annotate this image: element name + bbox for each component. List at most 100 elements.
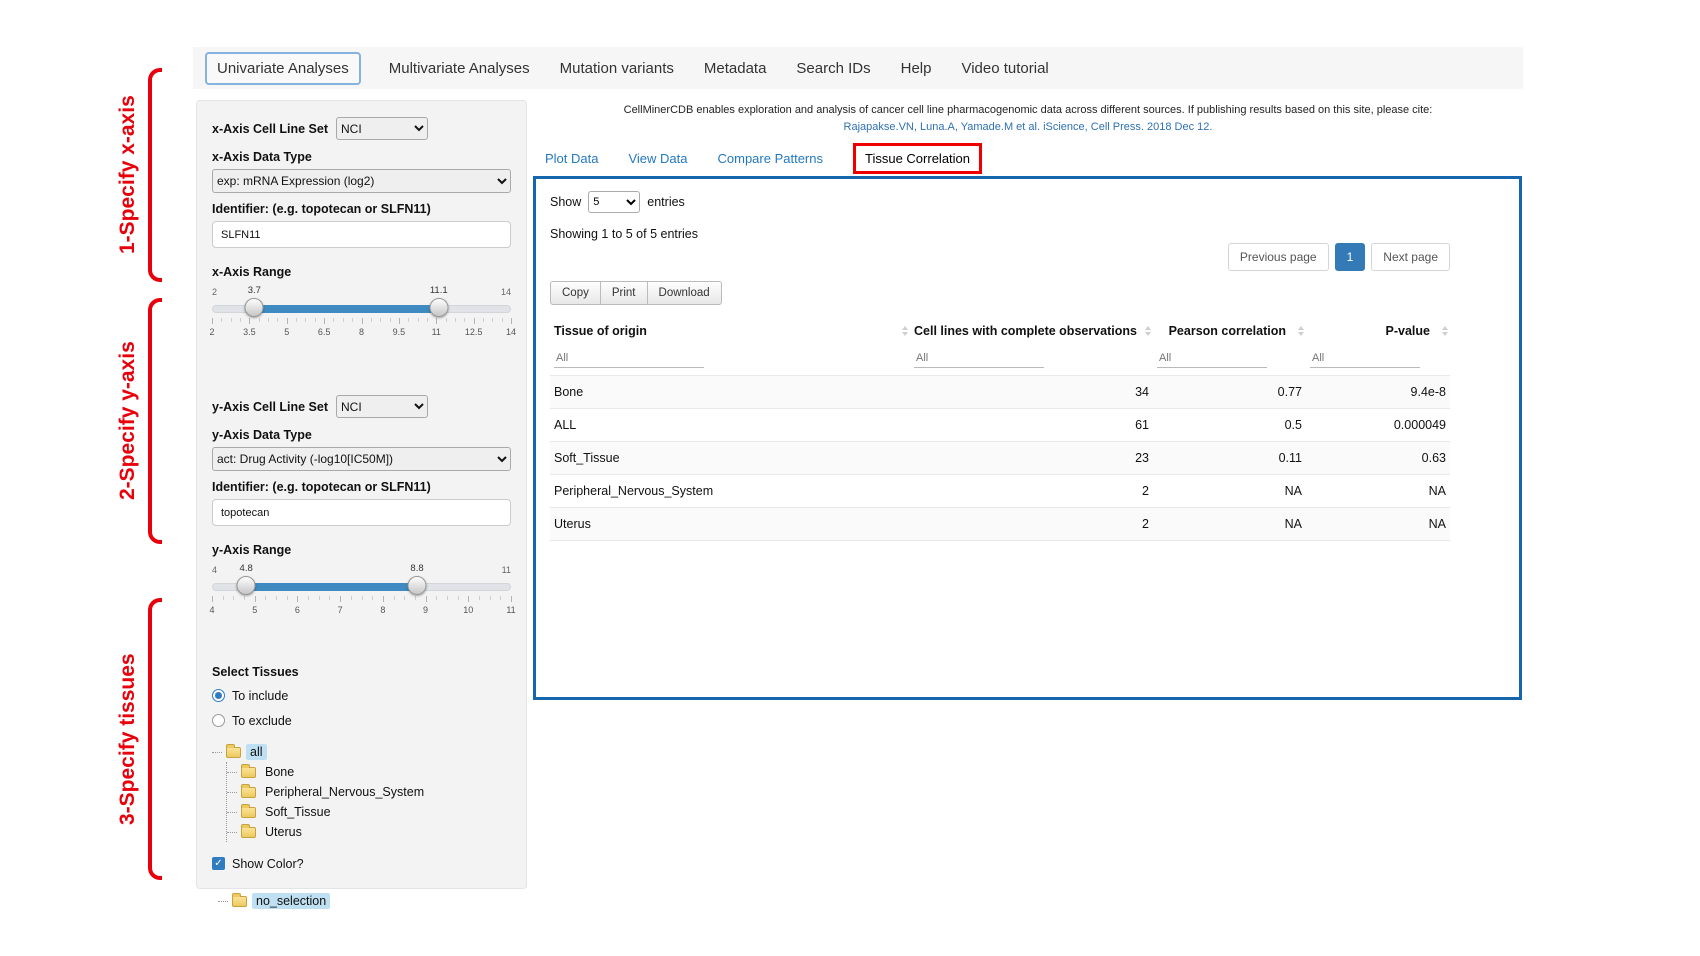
slider-minor-tick bbox=[458, 596, 459, 600]
show-color-row[interactable]: ✓ Show Color? bbox=[212, 852, 511, 875]
copy-button[interactable]: Copy bbox=[550, 281, 601, 305]
tree-node-uterus[interactable]: Uterus bbox=[227, 822, 511, 842]
sidebar-controls: x-Axis Cell Line Set NCI x-Axis Data Typ… bbox=[196, 100, 527, 889]
to-include-radio[interactable] bbox=[212, 689, 225, 702]
slider-minor-tick bbox=[490, 596, 491, 600]
x-axis-range-slider[interactable]: 2143.711.123.556.589.51112.514 bbox=[212, 285, 511, 347]
subtab-plot-data[interactable]: Plot Data bbox=[545, 151, 598, 166]
cell-tissue: ALL bbox=[550, 409, 910, 442]
x-cell-line-set-label: x-Axis Cell Line Set bbox=[212, 122, 328, 136]
slider-tick bbox=[297, 596, 298, 602]
nav-tab-multivariate-analyses[interactable]: Multivariate Analyses bbox=[387, 54, 532, 83]
slider-tick bbox=[255, 596, 256, 602]
slider-tick bbox=[324, 318, 325, 324]
annotation-step3: 3-Specify tissues bbox=[84, 598, 162, 880]
main-nav: Univariate Analyses Multivariate Analyses… bbox=[193, 47, 1523, 89]
x-data-type-select[interactable]: exp: mRNA Expression (log2) bbox=[212, 169, 511, 193]
filter-input-tissue-of-origin[interactable] bbox=[554, 349, 704, 368]
y-cell-line-set-select[interactable]: NCI bbox=[336, 395, 428, 418]
show-color-checkbox[interactable]: ✓ bbox=[212, 857, 225, 870]
download-button[interactable]: Download bbox=[647, 281, 722, 305]
radio-to-exclude[interactable]: To exclude bbox=[212, 709, 511, 732]
slider-tick bbox=[426, 596, 427, 602]
slider-minor-tick bbox=[223, 596, 224, 600]
print-button[interactable]: Print bbox=[600, 281, 648, 305]
slider-tick-label: 5 bbox=[284, 327, 289, 337]
subtab-tissue-correlation[interactable]: Tissue Correlation bbox=[853, 143, 982, 174]
slider-tick bbox=[362, 318, 363, 324]
table-row: Peripheral_Nervous_System2NANA bbox=[550, 475, 1450, 508]
slider-handle-low[interactable] bbox=[237, 576, 256, 595]
slider-minor-tick bbox=[479, 596, 480, 600]
tree-node-all[interactable]: all bbox=[212, 742, 511, 762]
cell-cell_lines: 34 bbox=[910, 376, 1153, 409]
slider-handle-high[interactable] bbox=[429, 298, 448, 317]
slider-minor-tick bbox=[305, 318, 306, 322]
page-1-button[interactable]: 1 bbox=[1335, 243, 1366, 271]
slider-tick-label: 4 bbox=[209, 605, 214, 615]
tree-node-soft-tissue[interactable]: Soft_Tissue bbox=[227, 802, 511, 822]
slider-tick-label: 11 bbox=[506, 605, 515, 615]
column-header-cell-lines-with-complete-observations[interactable]: Cell lines with complete observations bbox=[910, 315, 1153, 347]
slider-tick-label: 9 bbox=[423, 605, 428, 615]
cell-cell_lines: 61 bbox=[910, 409, 1153, 442]
slider-minor-tick bbox=[371, 318, 372, 322]
slider-tick-label: 8 bbox=[380, 605, 385, 615]
show-label: Show bbox=[550, 195, 581, 209]
nav-tab-metadata[interactable]: Metadata bbox=[702, 54, 769, 83]
column-header-pearson-correlation[interactable]: Pearson correlation bbox=[1153, 315, 1306, 347]
subtab-compare-patterns[interactable]: Compare Patterns bbox=[718, 151, 824, 166]
tree-node-bone[interactable]: Bone bbox=[227, 762, 511, 782]
slider-minor-tick bbox=[464, 318, 465, 322]
slider-minor-tick bbox=[277, 318, 278, 322]
to-include-label: To include bbox=[232, 689, 288, 703]
folder-icon bbox=[241, 827, 256, 838]
tree-node-no-selection[interactable]: no_selection bbox=[218, 891, 511, 911]
tree-node-peripheral-nervous-system[interactable]: Peripheral_Nervous_System bbox=[227, 782, 511, 802]
column-header-p-value[interactable]: P-value bbox=[1306, 315, 1450, 347]
sort-up-arrow bbox=[1145, 326, 1151, 330]
tree-node-label: Peripheral_Nervous_System bbox=[261, 784, 428, 800]
slider-minor-tick bbox=[455, 318, 456, 322]
nav-tab-search-ids[interactable]: Search IDs bbox=[794, 54, 872, 83]
range-low-value: 3.7 bbox=[246, 285, 263, 296]
y-identifier-input[interactable] bbox=[212, 499, 511, 526]
show-entries-row: Show 5 entries bbox=[550, 191, 1450, 213]
column-header-tissue-of-origin[interactable]: Tissue of origin bbox=[550, 315, 910, 347]
x-cell-line-set-select[interactable]: NCI bbox=[336, 117, 428, 140]
previous-page-button[interactable]: Previous page bbox=[1228, 243, 1329, 271]
folder-icon bbox=[226, 747, 241, 758]
slider-tick-label: 2 bbox=[209, 327, 214, 337]
slider-minor-tick bbox=[231, 318, 232, 322]
sort-down-arrow bbox=[1442, 332, 1448, 336]
nav-tab-mutation-variants[interactable]: Mutation variants bbox=[558, 54, 676, 83]
x-identifier-input[interactable] bbox=[212, 221, 511, 248]
page-length-select[interactable]: 5 bbox=[588, 191, 640, 213]
subtab-view-data[interactable]: View Data bbox=[628, 151, 687, 166]
filter-input-cell-lines-with-complete-observations[interactable] bbox=[914, 349, 1044, 368]
folder-icon bbox=[241, 767, 256, 778]
tissue-correlation-table: Tissue of originCell lines with complete… bbox=[550, 315, 1450, 541]
cell-pearson: 0.11 bbox=[1153, 442, 1306, 475]
nav-tab-video-tutorial[interactable]: Video tutorial bbox=[959, 54, 1050, 83]
nav-tab-help[interactable]: Help bbox=[899, 54, 934, 83]
y-axis-range-slider[interactable]: 4114.88.84567891011 bbox=[212, 563, 511, 625]
pagination: Previous page1Next page bbox=[550, 243, 1450, 271]
slider-handle-low[interactable] bbox=[245, 298, 264, 317]
slider-tick bbox=[340, 596, 341, 602]
y-data-type-select[interactable]: act: Drug Activity (-log10[IC50M]) bbox=[212, 447, 511, 471]
nav-tab-univariate-analyses[interactable]: Univariate Analyses bbox=[205, 52, 361, 85]
citation-link[interactable]: Rajapakse.VN, Luna.A, Yamade.M et al. iS… bbox=[533, 121, 1523, 133]
sort-up-arrow bbox=[1442, 326, 1448, 330]
filter-input-p-value[interactable] bbox=[1310, 349, 1420, 368]
filter-input-pearson-correlation[interactable] bbox=[1157, 349, 1267, 368]
to-exclude-radio[interactable] bbox=[212, 714, 225, 727]
next-page-button[interactable]: Next page bbox=[1371, 243, 1450, 271]
annotation-step1: 1-Specify x-axis bbox=[84, 68, 162, 282]
slider-minor-tick bbox=[446, 318, 447, 322]
slider-minor-tick bbox=[394, 596, 395, 600]
slider-minor-tick bbox=[418, 318, 419, 322]
slider-handle-high[interactable] bbox=[408, 576, 427, 595]
radio-to-include[interactable]: To include bbox=[212, 684, 511, 707]
slider-minor-tick bbox=[240, 318, 241, 322]
